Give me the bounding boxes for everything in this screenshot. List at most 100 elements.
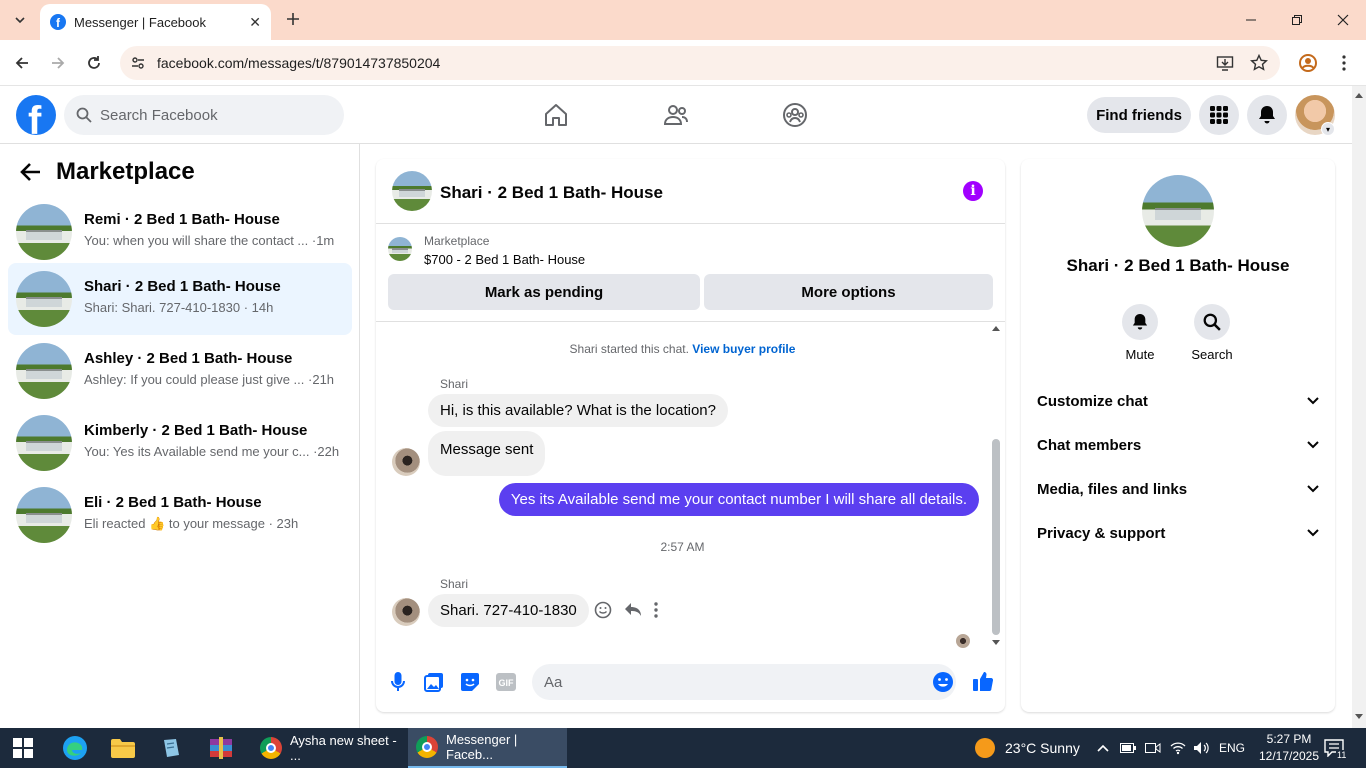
bookmark-star-icon[interactable] [1250, 54, 1268, 72]
message-input[interactable] [544, 664, 924, 700]
notebook-app-icon [164, 739, 179, 757]
chat-avatar[interactable] [392, 171, 432, 211]
reload-button[interactable] [82, 51, 106, 75]
sender-avatar[interactable] [392, 598, 420, 626]
view-buyer-profile-link[interactable]: View buyer profile [692, 342, 795, 356]
facebook-logo-icon[interactable]: f [16, 95, 56, 135]
conversation-item-active[interactable]: Shari · 2 Bed 1 Bath- House Shari: Shari… [8, 263, 352, 335]
restore-button[interactable] [1274, 0, 1320, 40]
network-tray-icon[interactable] [1170, 728, 1186, 768]
message-input-wrapper [532, 664, 956, 700]
tab-search-button[interactable] [6, 8, 34, 32]
more-options-icon[interactable] [654, 602, 658, 618]
taskbar-app-label: Messenger | Faceb... [446, 732, 518, 762]
scroll-down-arrow-icon[interactable] [992, 640, 1000, 646]
meet-tray-icon[interactable] [1145, 728, 1161, 768]
show-hidden-icons-button[interactable] [1097, 728, 1109, 768]
react-emoji-icon[interactable] [594, 601, 612, 619]
notification-center-button[interactable]: 11 [1324, 728, 1348, 768]
sender-avatar[interactable] [392, 448, 420, 476]
incoming-message[interactable]: Hi, is this available? What is the locat… [428, 394, 728, 427]
profile-button[interactable] [1296, 51, 1320, 75]
mute-label: Mute [1125, 347, 1155, 362]
chat-title[interactable]: Shari · 2 Bed 1 Bath- House [440, 183, 663, 203]
nav-groups-button[interactable] [779, 99, 811, 131]
conversation-item[interactable]: Ashley · 2 Bed 1 Bath- House Ashley: If … [8, 335, 352, 407]
close-window-button[interactable] [1320, 0, 1366, 40]
incoming-message[interactable]: Shari. 727-410-1830 [428, 594, 589, 627]
minimize-button[interactable] [1228, 0, 1274, 40]
scroll-up-arrow-icon[interactable] [992, 325, 1000, 331]
back-button[interactable] [10, 51, 34, 75]
listing-title[interactable]: $700 - 2 Bed 1 Bath- House [424, 252, 585, 267]
browser-menu-button[interactable] [1332, 51, 1356, 75]
thumbs-up-icon [973, 672, 994, 691]
media-files-links-section[interactable]: Media, files and links [1037, 474, 1319, 504]
attach-photo-button[interactable] [423, 671, 445, 693]
close-tab-icon[interactable]: ✕ [249, 14, 261, 31]
more-options-button[interactable]: More options [704, 274, 993, 310]
new-tab-button[interactable] [282, 8, 304, 30]
chrome-icon [416, 736, 438, 758]
taskbar-file-explorer[interactable] [111, 728, 135, 768]
svg-text:GIF: GIF [499, 678, 515, 688]
battery-tray-icon[interactable] [1120, 728, 1136, 768]
mute-button[interactable]: Mute [1110, 304, 1170, 362]
taskbar-app-generic[interactable] [160, 728, 182, 768]
taskbar-chrome-messenger[interactable]: Messenger | Faceb... [408, 728, 567, 768]
taskbar-chrome-sheet[interactable]: Aysha new sheet - ... [252, 728, 408, 768]
volume-tray-icon[interactable] [1193, 728, 1209, 768]
message-composer: GIF [376, 659, 1005, 705]
forward-button[interactable] [46, 51, 70, 75]
chat-scrollbar-thumb[interactable] [992, 439, 1000, 635]
nav-home-button[interactable] [540, 99, 572, 131]
conversation-item[interactable]: Kimberly · 2 Bed 1 Bath- House You: Yes … [8, 407, 352, 479]
send-like-button[interactable] [972, 670, 994, 692]
taskbar-winrar[interactable] [209, 728, 233, 768]
chat-scrollbar[interactable] [989, 322, 1003, 652]
message-timestamp: 2:57 AM [660, 540, 705, 554]
account-chevron-down-icon[interactable]: ▾ [1321, 122, 1335, 136]
system-clock[interactable]: 5:27 PM 12/17/2025 [1256, 731, 1322, 765]
mark-as-pending-button[interactable]: Mark as pending [388, 274, 700, 310]
back-arrow-icon[interactable] [20, 162, 42, 182]
page-scrollbar[interactable] [1352, 86, 1366, 728]
chat-members-section[interactable]: Chat members [1037, 430, 1319, 460]
voice-clip-button[interactable] [387, 671, 409, 693]
site-info-icon[interactable] [130, 55, 146, 71]
weather-widget[interactable]: 23°C Sunny [975, 728, 1080, 768]
conversation-title[interactable]: Shari · 2 Bed 1 Bath- House [1021, 256, 1335, 276]
scroll-up-arrow-icon[interactable] [1355, 92, 1363, 98]
search-icon [76, 107, 92, 123]
privacy-support-section[interactable]: Privacy & support [1037, 518, 1319, 548]
start-button[interactable] [13, 728, 33, 768]
snippet-prefix: Eli reacted [84, 516, 146, 531]
language-indicator[interactable]: ENG [1219, 728, 1245, 768]
conversation-item[interactable]: Remi · 2 Bed 1 Bath- House You: when you… [8, 196, 352, 268]
conversation-item[interactable]: Eli · 2 Bed 1 Bath- House Eli reacted 👍 … [8, 479, 352, 551]
taskbar-edge[interactable] [62, 728, 88, 768]
info-icon[interactable]: i [963, 181, 983, 201]
address-bar[interactable]: facebook.com/messages/t/879014737850204 [120, 46, 1280, 80]
customize-chat-section[interactable]: Customize chat [1037, 386, 1319, 416]
battery-icon [1120, 743, 1136, 753]
outgoing-message[interactable]: Yes its Available send me your contact n… [498, 483, 979, 516]
browser-toolbar: facebook.com/messages/t/879014737850204 [0, 40, 1366, 86]
incoming-message[interactable]: Message sent [428, 431, 546, 476]
emoji-icon[interactable] [932, 671, 954, 693]
folder-icon [111, 739, 135, 758]
facebook-search[interactable] [64, 95, 344, 135]
find-friends-button[interactable]: Find friends [1087, 97, 1191, 133]
menu-button[interactable] [1199, 95, 1239, 135]
conversation-avatar[interactable] [1142, 175, 1214, 247]
gif-button[interactable]: GIF [495, 671, 517, 693]
browser-tab-messenger[interactable]: f Messenger | Facebook ✕ [40, 4, 271, 40]
install-app-icon[interactable] [1216, 54, 1234, 72]
notifications-button[interactable] [1247, 95, 1287, 135]
sticker-button[interactable] [459, 671, 481, 693]
reply-icon[interactable] [624, 602, 642, 618]
search-in-conversation-button[interactable]: Search [1182, 304, 1242, 362]
nav-friends-button[interactable] [660, 99, 692, 131]
facebook-search-input[interactable] [100, 95, 330, 135]
scroll-down-arrow-icon[interactable] [1355, 714, 1363, 720]
